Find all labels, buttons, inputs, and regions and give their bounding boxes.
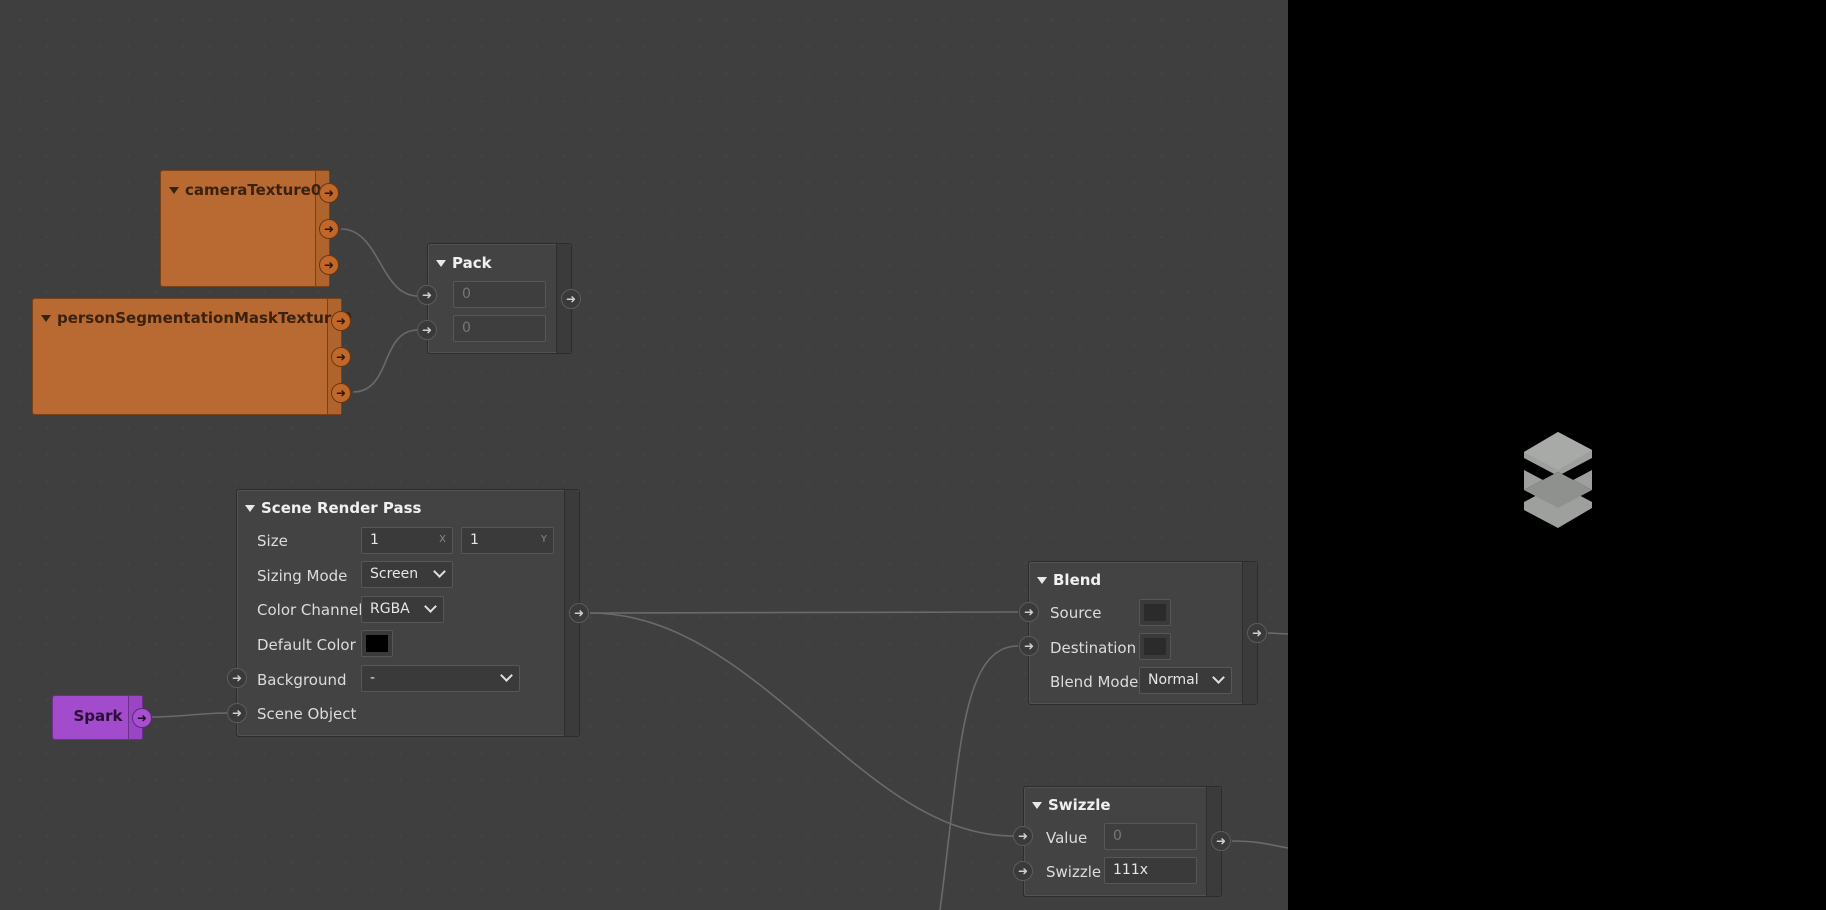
arrow-right-icon: ➜ bbox=[335, 350, 347, 364]
swizzle-field[interactable]: 111x bbox=[1104, 857, 1197, 884]
spark-node[interactable]: Spark ➜ bbox=[52, 695, 152, 740]
blend-mode-select[interactable]: Normal bbox=[1139, 667, 1232, 694]
default-color-label: Default Color bbox=[257, 636, 356, 654]
canvas-grid bbox=[0, 0, 1288, 910]
render-pass-output-port[interactable]: ➜ bbox=[569, 603, 589, 623]
blend-mode-label: Blend Mode bbox=[1050, 673, 1139, 691]
arrow-right-icon: ➜ bbox=[231, 706, 243, 720]
arrow-right-icon: ➜ bbox=[421, 288, 433, 302]
arrow-right-icon: ➜ bbox=[323, 258, 335, 272]
swizzle-label: Swizzle bbox=[1046, 863, 1102, 881]
arrow-right-icon: ➜ bbox=[335, 314, 347, 328]
triangle-down-icon[interactable] bbox=[436, 260, 446, 267]
blend-node[interactable]: Blend Source Destination Blend Mode Norm… bbox=[1028, 561, 1258, 705]
arrow-right-icon: ➜ bbox=[1017, 829, 1029, 843]
background-input-port[interactable]: ➜ bbox=[227, 668, 247, 688]
arrow-right-icon: ➜ bbox=[335, 386, 347, 400]
output-port[interactable]: ➜ bbox=[331, 311, 351, 331]
destination-swatch[interactable] bbox=[1139, 633, 1171, 660]
patch-editor-canvas[interactable]: cameraTexture0 ➜ ➜ ➜ personSegmentationM… bbox=[0, 0, 1288, 910]
scene-object-label: Scene Object bbox=[257, 705, 357, 723]
blend-source-port[interactable]: ➜ bbox=[1019, 602, 1039, 622]
viewport-preview bbox=[1288, 0, 1826, 910]
scene-render-pass-node[interactable]: Scene Render Pass Size 1X 1Y Sizing Mode… bbox=[236, 489, 580, 737]
background-select[interactable]: - bbox=[361, 665, 520, 692]
swizzle-value-field[interactable]: 0 bbox=[1104, 823, 1197, 850]
arrow-right-icon: ➜ bbox=[1251, 626, 1263, 640]
spark-ar-logo-icon bbox=[1524, 432, 1592, 528]
output-port[interactable]: ➜ bbox=[331, 347, 351, 367]
pack-input-2[interactable]: 0 bbox=[453, 315, 546, 342]
background-label: Background bbox=[257, 671, 347, 689]
pack-input-1[interactable]: 0 bbox=[453, 281, 546, 308]
pack-input-port-1[interactable]: ➜ bbox=[417, 285, 437, 305]
chevron-down-icon bbox=[424, 600, 437, 613]
swizzle-value-port[interactable]: ➜ bbox=[1013, 826, 1033, 846]
color-swatch-fill bbox=[366, 635, 388, 652]
swizzle-output-port[interactable]: ➜ bbox=[1211, 831, 1231, 851]
swizzle-node[interactable]: Swizzle Value 0 Swizzle 111x bbox=[1023, 786, 1222, 897]
arrow-right-icon: ➜ bbox=[231, 671, 243, 685]
node-title: Blend bbox=[1053, 571, 1102, 589]
source-swatch[interactable] bbox=[1139, 599, 1171, 626]
scene-object-input-port[interactable]: ➜ bbox=[227, 703, 247, 723]
chevron-down-icon bbox=[433, 565, 446, 578]
size-y-field[interactable]: 1Y bbox=[461, 527, 554, 554]
arrow-right-icon: ➜ bbox=[1017, 864, 1029, 878]
spark-output-port[interactable]: ➜ bbox=[132, 708, 152, 728]
size-label: Size bbox=[257, 532, 288, 550]
triangle-down-icon[interactable] bbox=[1032, 802, 1042, 809]
color-channel-label: Color Channel bbox=[257, 601, 363, 619]
blend-destination-port[interactable]: ➜ bbox=[1019, 636, 1039, 656]
arrow-right-icon: ➜ bbox=[1023, 605, 1035, 619]
arrow-right-icon: ➜ bbox=[323, 222, 335, 236]
value-label: Value bbox=[1046, 829, 1088, 847]
node-title: cameraTexture0 bbox=[185, 181, 322, 199]
arrow-right-icon: ➜ bbox=[136, 711, 148, 725]
arrow-right-icon: ➜ bbox=[323, 186, 335, 200]
node-title: Pack bbox=[452, 254, 492, 272]
pack-node[interactable]: Pack 0 0 bbox=[427, 243, 572, 354]
triangle-down-icon[interactable] bbox=[245, 505, 255, 512]
output-port[interactable]: ➜ bbox=[319, 219, 339, 239]
triangle-down-icon[interactable] bbox=[169, 187, 179, 194]
size-x-field[interactable]: 1X bbox=[361, 527, 453, 554]
color-channel-select[interactable]: RGBA bbox=[361, 596, 444, 623]
person-mask-texture-node[interactable]: personSegmentationMaskTexture0 ➜ ➜ ➜ bbox=[32, 298, 352, 415]
arrow-right-icon: ➜ bbox=[421, 323, 433, 337]
pack-input-port-2[interactable]: ➜ bbox=[417, 320, 437, 340]
output-port[interactable]: ➜ bbox=[319, 255, 339, 275]
default-color-swatch[interactable] bbox=[361, 630, 393, 657]
node-title: personSegmentationMaskTexture0 bbox=[57, 309, 352, 327]
node-title: Swizzle bbox=[1048, 796, 1111, 814]
node-title: Spark bbox=[73, 707, 123, 725]
sizing-mode-select[interactable]: Screen bbox=[361, 561, 453, 588]
destination-label: Destination bbox=[1050, 639, 1137, 657]
arrow-right-icon: ➜ bbox=[1215, 834, 1227, 848]
blend-output-port[interactable]: ➜ bbox=[1247, 623, 1267, 643]
camera-texture-node[interactable]: cameraTexture0 ➜ ➜ ➜ bbox=[160, 170, 339, 287]
node-title: Scene Render Pass bbox=[261, 499, 422, 517]
arrow-right-icon: ➜ bbox=[565, 292, 577, 306]
chevron-down-icon bbox=[500, 669, 513, 682]
color-swatch-fill bbox=[1144, 604, 1166, 621]
color-swatch-fill bbox=[1144, 638, 1166, 655]
output-port[interactable]: ➜ bbox=[319, 183, 339, 203]
output-port[interactable]: ➜ bbox=[331, 383, 351, 403]
triangle-down-icon[interactable] bbox=[41, 315, 51, 322]
sizing-mode-label: Sizing Mode bbox=[257, 567, 348, 585]
source-label: Source bbox=[1050, 604, 1102, 622]
arrow-right-icon: ➜ bbox=[1023, 639, 1035, 653]
pack-output-port[interactable]: ➜ bbox=[561, 289, 581, 309]
swizzle-swizzle-port[interactable]: ➜ bbox=[1013, 861, 1033, 881]
triangle-down-icon[interactable] bbox=[1037, 577, 1047, 584]
chevron-down-icon bbox=[1212, 671, 1225, 684]
arrow-right-icon: ➜ bbox=[573, 606, 585, 620]
